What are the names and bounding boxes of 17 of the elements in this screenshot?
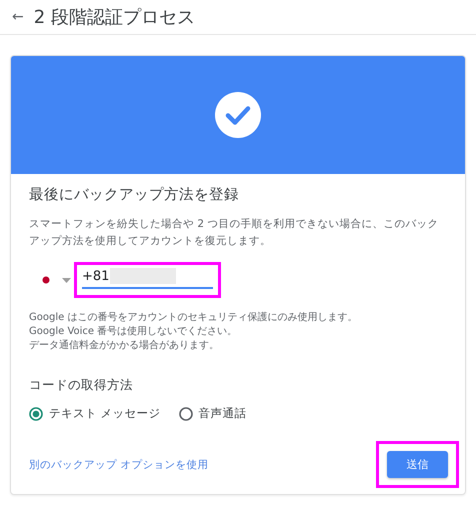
radio-button[interactable]: [178, 406, 193, 420]
section-label: コードの取得方法: [29, 377, 134, 394]
section-heading: 最後にバックアップ方法を登録: [29, 186, 240, 204]
note-text: Google Voice 番号は使用しないでください。: [29, 325, 238, 339]
send-button[interactable]: 送信: [387, 451, 448, 478]
back-arrow-icon[interactable]: ←: [12, 9, 24, 25]
note-text: Google はこの番号をアカウントのセキュリティ保護にのみ使用します。: [29, 311, 358, 325]
page-title: 2 段階認証プロセス: [34, 6, 195, 29]
alternative-option-link[interactable]: 別のバックアップ オプションを使用: [29, 458, 208, 472]
caret-icon[interactable]: [62, 278, 71, 282]
flag-icon[interactable]: [42, 276, 50, 284]
radio-label[interactable]: 音声通話: [198, 406, 247, 421]
note-text: データ通信料金がかかる場合があります。: [29, 339, 220, 353]
radio-button[interactable]: [29, 406, 43, 420]
description: スマートフォンを紛失した場合や 2 つ目の手順を利用できない場合に、このバックアップ方法を使用してアカウントを復元します。: [29, 217, 440, 249]
radio-label[interactable]: テキスト メッセージ: [49, 406, 161, 421]
checkmark-icon: [215, 92, 261, 138]
